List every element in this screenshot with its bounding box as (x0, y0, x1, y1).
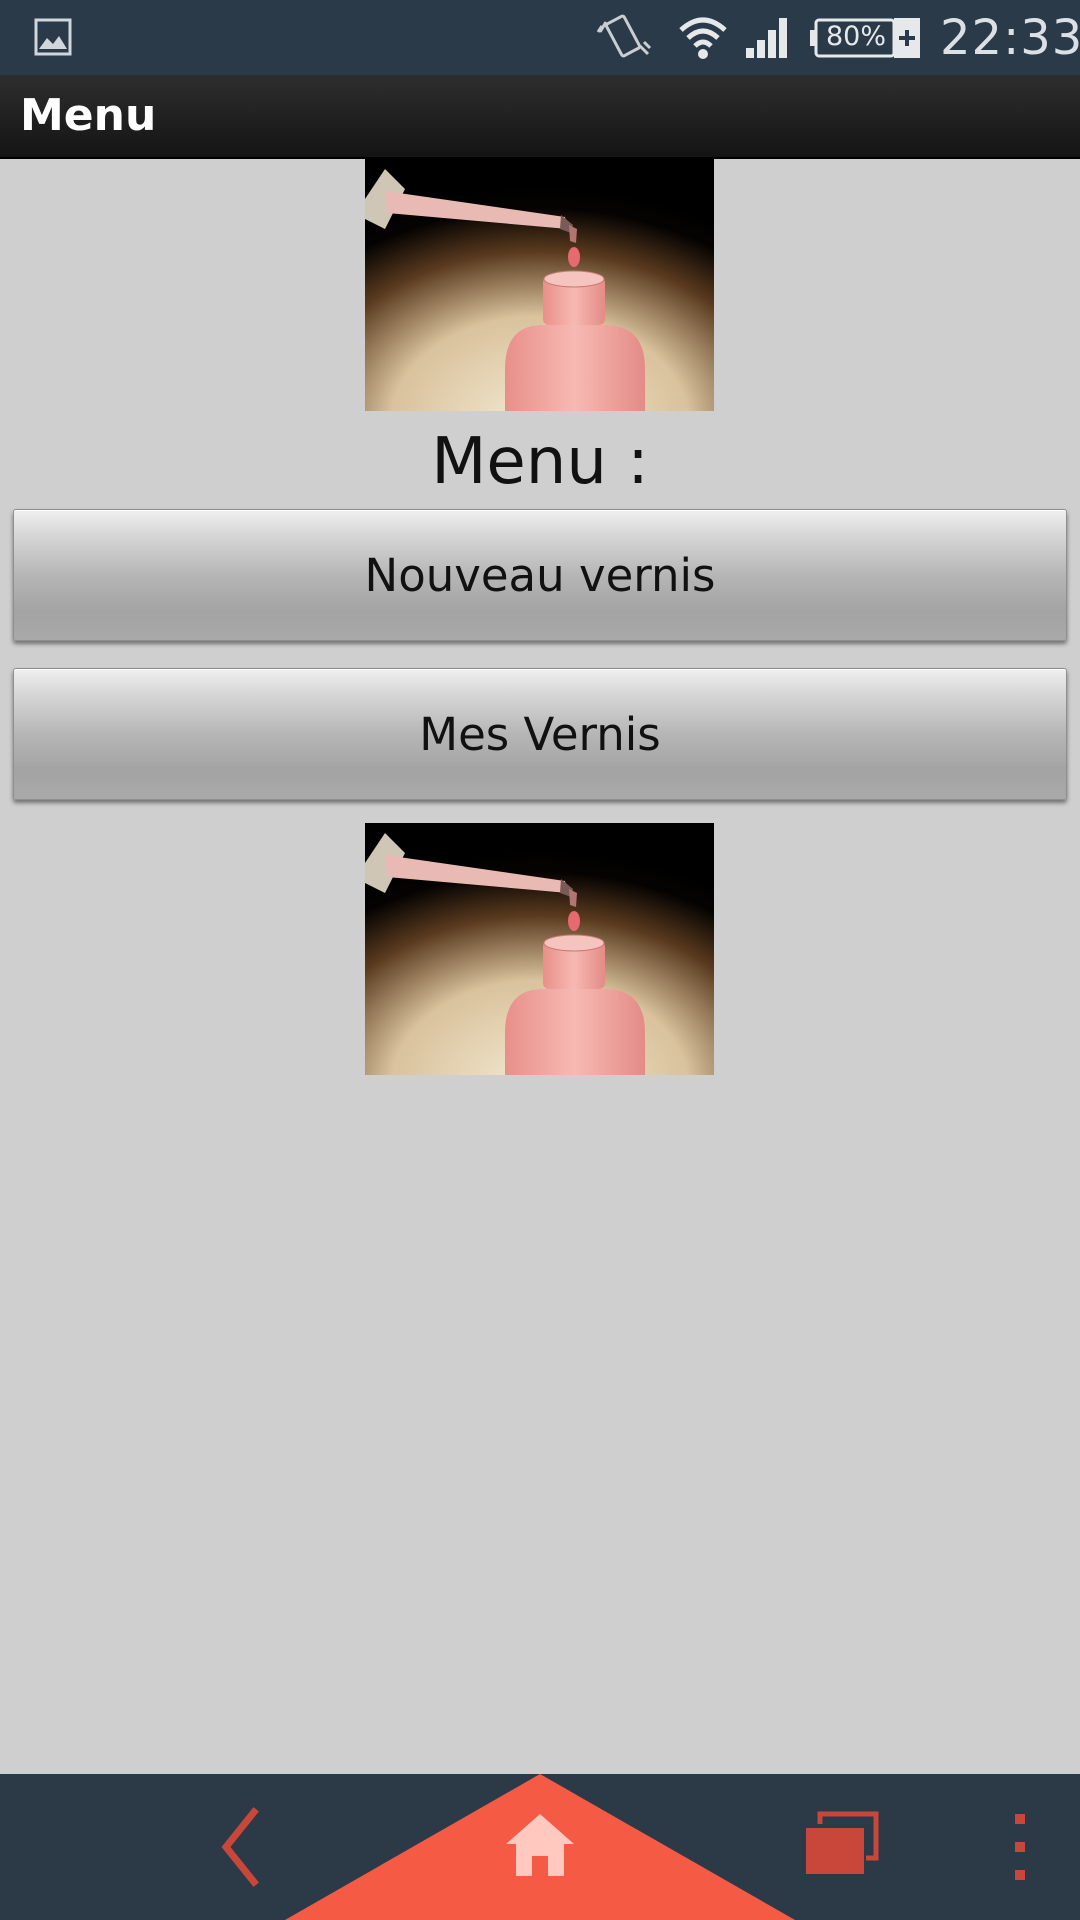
recents-icon[interactable] (800, 1808, 880, 1884)
gallery-icon (34, 18, 72, 56)
navigation-bar (0, 1774, 1080, 1920)
screen: 80% 22:33 Menu Menu: Nouveau vernis Mes… (0, 0, 1080, 1920)
vibrate-icon (596, 14, 652, 58)
status-clock: 22:33 (940, 10, 1080, 66)
nail-polish-image-top (365, 159, 714, 411)
action-bar: Menu (0, 75, 1080, 159)
signal-icon (746, 18, 787, 58)
nail-polish-image (365, 159, 714, 411)
action-bar-title: Menu (20, 90, 157, 141)
menu-heading: Menu : (431, 425, 649, 499)
overflow-menu-icon[interactable] (1000, 1804, 1040, 1890)
new-polish-button[interactable]: Nouveau vernis (13, 509, 1067, 641)
home-icon[interactable] (500, 1810, 580, 1882)
nail-polish-image-bottom (365, 823, 714, 1075)
battery-level: 80% (825, 21, 886, 52)
status-bar: 80% 22:33 (0, 0, 1080, 75)
wifi-icon (679, 17, 727, 59)
back-icon[interactable] (200, 1804, 280, 1890)
nail-polish-image (365, 823, 714, 1075)
my-polishes-button[interactable]: Mes Vernis (13, 668, 1067, 800)
